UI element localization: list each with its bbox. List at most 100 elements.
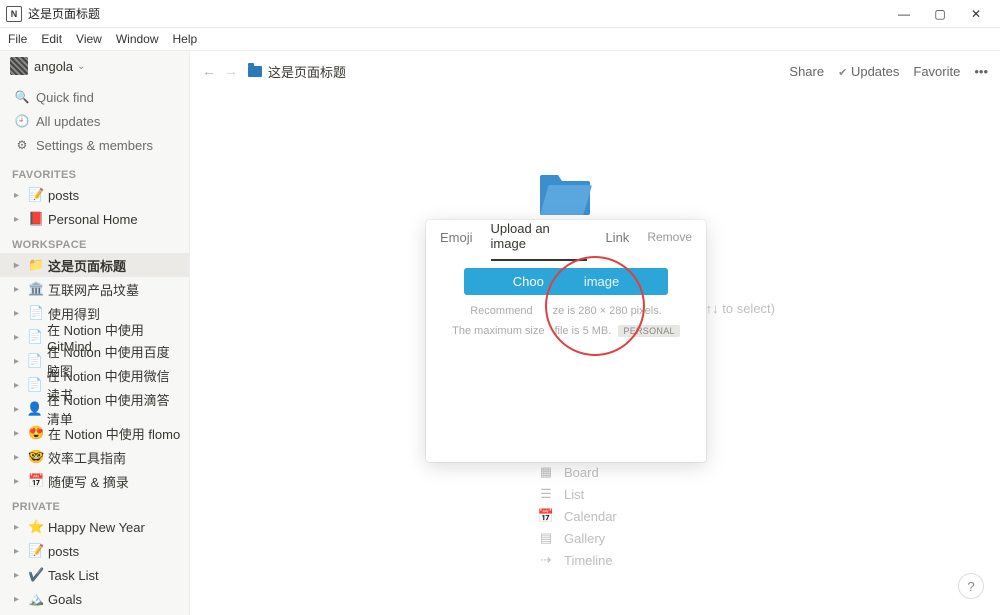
toggle-icon[interactable]: ▸ (14, 214, 26, 225)
toggle-icon[interactable]: ▸ (14, 190, 26, 201)
page-item[interactable]: ▸⭐Happy New Year (0, 515, 189, 539)
page-item[interactable]: ▸📅随便写 & 摘录 (0, 469, 189, 493)
page-emoji: 📄 (27, 329, 43, 345)
maximize-button[interactable]: ▢ (922, 3, 958, 25)
page-emoji: 📕 (28, 211, 44, 227)
page-emoji: 🏔️ (28, 591, 44, 607)
menu-view[interactable]: View (76, 32, 102, 46)
page-label: Personal Home (48, 212, 138, 227)
page-label: Task List (48, 568, 99, 583)
page-emoji: 👤 (27, 401, 43, 417)
menu-window[interactable]: Window (116, 32, 159, 46)
menu-help[interactable]: Help (173, 32, 198, 46)
page-item[interactable]: ▸📕Personal Home (0, 611, 189, 615)
gallery-icon: ▤ (538, 530, 554, 546)
page-label: posts (48, 544, 79, 559)
toggle-icon[interactable]: ▸ (14, 594, 26, 605)
page-label: 这是页面标题 (48, 256, 126, 275)
board-icon: ▦ (538, 464, 554, 480)
window-title: 这是页面标题 (28, 5, 100, 22)
page-item[interactable]: ▸🏔️ Goals (0, 587, 189, 611)
titlebar: N 这是页面标题 — ▢ ✕ (0, 0, 1000, 28)
favorite-button[interactable]: Favorite (913, 64, 960, 79)
workspace-switcher[interactable]: angola ⌄ (0, 51, 189, 81)
icon-picker-popup: Emoji Upload an image Link Remove Chooim… (426, 220, 706, 462)
page-item[interactable]: ▸📝 posts (0, 183, 189, 207)
menubar: File Edit View Window Help (0, 28, 1000, 50)
close-button[interactable]: ✕ (958, 3, 994, 25)
page-item[interactable]: ▸📕 Personal Home (0, 207, 189, 231)
clock-icon: 🕘 (14, 114, 30, 128)
folder-icon (248, 66, 262, 77)
page-label: 在 Notion 中使用 flomo (48, 424, 180, 443)
share-button[interactable]: Share (789, 64, 824, 79)
toggle-icon[interactable]: ▸ (14, 380, 25, 391)
sidebar: angola ⌄ 🔍 Quick find 🕘 All updates ⚙ Se… (0, 51, 190, 615)
page-item[interactable]: ▸🏛️互联网产品坟墓 (0, 277, 189, 301)
topbar: ← → 这是页面标题 Share ✔ Updates Favorite ••• (190, 51, 1000, 91)
nav-back[interactable]: ← (202, 63, 216, 79)
page-item[interactable]: ▸📁这是页面标题 (0, 253, 189, 277)
app-icon: N (6, 6, 22, 22)
page-label: 在 Notion 中使用滴答清单 (47, 390, 181, 428)
toggle-icon[interactable]: ▸ (14, 428, 26, 439)
toggle-icon[interactable]: ▸ (14, 522, 26, 533)
toggle-icon[interactable]: ▸ (14, 404, 25, 415)
section-private: Private (0, 493, 189, 515)
page-emoji: ✔️ (28, 567, 44, 583)
toggle-icon[interactable]: ▸ (14, 260, 26, 271)
tab-emoji[interactable]: Emoji (440, 222, 473, 253)
page-emoji: 📅 (28, 473, 44, 489)
quick-find[interactable]: 🔍 Quick find (0, 85, 189, 109)
toggle-icon[interactable]: ▸ (14, 308, 26, 319)
page-item[interactable]: ▸🤓效率工具指南 (0, 445, 189, 469)
choose-image-button[interactable]: Chooimage (464, 268, 668, 295)
recommended-size-hint: Recommendze is 280 × 280 pixels. (440, 305, 692, 317)
all-updates[interactable]: 🕘 All updates (0, 109, 189, 133)
page-emoji: 📝 (28, 187, 44, 203)
toggle-icon[interactable]: ▸ (14, 570, 26, 581)
chevron-down-icon: ⌄ (77, 61, 85, 72)
page-item[interactable]: ▸📝 posts (0, 539, 189, 563)
menu-file[interactable]: File (8, 32, 27, 46)
view-list[interactable]: ☰List (538, 486, 617, 502)
updates-button[interactable]: ✔ Updates (838, 64, 899, 79)
page-emoji: ⭐ (28, 519, 44, 535)
toggle-icon[interactable]: ▸ (14, 284, 26, 295)
remove-icon-button[interactable]: Remove (647, 230, 692, 244)
page-label: Goals (48, 592, 82, 607)
view-board[interactable]: ▦Board (538, 464, 617, 480)
view-gallery[interactable]: ▤Gallery (538, 530, 617, 546)
toggle-icon[interactable]: ▸ (14, 452, 26, 463)
toggle-icon[interactable]: ▸ (14, 356, 25, 367)
toggle-icon[interactable]: ▸ (14, 476, 26, 487)
gear-icon: ⚙ (14, 138, 30, 152)
search-icon: 🔍 (14, 90, 30, 104)
help-button[interactable]: ? (958, 573, 984, 599)
page-item[interactable]: ▸✔️ Task List (0, 563, 189, 587)
page-item[interactable]: ▸👤在 Notion 中使用滴答清单 (0, 397, 189, 421)
page-item[interactable]: ▸😍在 Notion 中使用 flomo (0, 421, 189, 445)
page-emoji: 📝 (28, 543, 44, 559)
page-emoji: 📄 (27, 377, 43, 393)
page-emoji: 📄 (27, 353, 43, 369)
toggle-icon[interactable]: ▸ (14, 546, 26, 557)
tab-link[interactable]: Link (605, 222, 629, 253)
template-view-list: ▦Board ☰List 📅Calendar ▤Gallery ⇢Timelin… (538, 464, 617, 568)
workspace-avatar (10, 57, 28, 75)
main: ← → 这是页面标题 Share ✔ Updates Favorite ••• (190, 51, 1000, 615)
page-emoji: 🤓 (28, 449, 44, 465)
more-button[interactable]: ••• (974, 64, 988, 79)
page-label: 效率工具指南 (48, 448, 126, 467)
toggle-icon[interactable]: ▸ (14, 332, 25, 343)
minimize-button[interactable]: — (886, 3, 922, 25)
page-emoji: 🏛️ (28, 281, 44, 297)
settings[interactable]: ⚙ Settings & members (0, 133, 189, 157)
menu-edit[interactable]: Edit (41, 32, 62, 46)
breadcrumb[interactable]: 这是页面标题 (248, 62, 346, 81)
page-label: posts (48, 188, 79, 203)
view-calendar[interactable]: 📅Calendar (538, 508, 617, 524)
view-timeline[interactable]: ⇢Timeline (538, 552, 617, 568)
nav-forward[interactable]: → (224, 63, 238, 79)
max-size-hint: The maximum sizefile is 5 MB. PERSONAL (440, 325, 692, 337)
